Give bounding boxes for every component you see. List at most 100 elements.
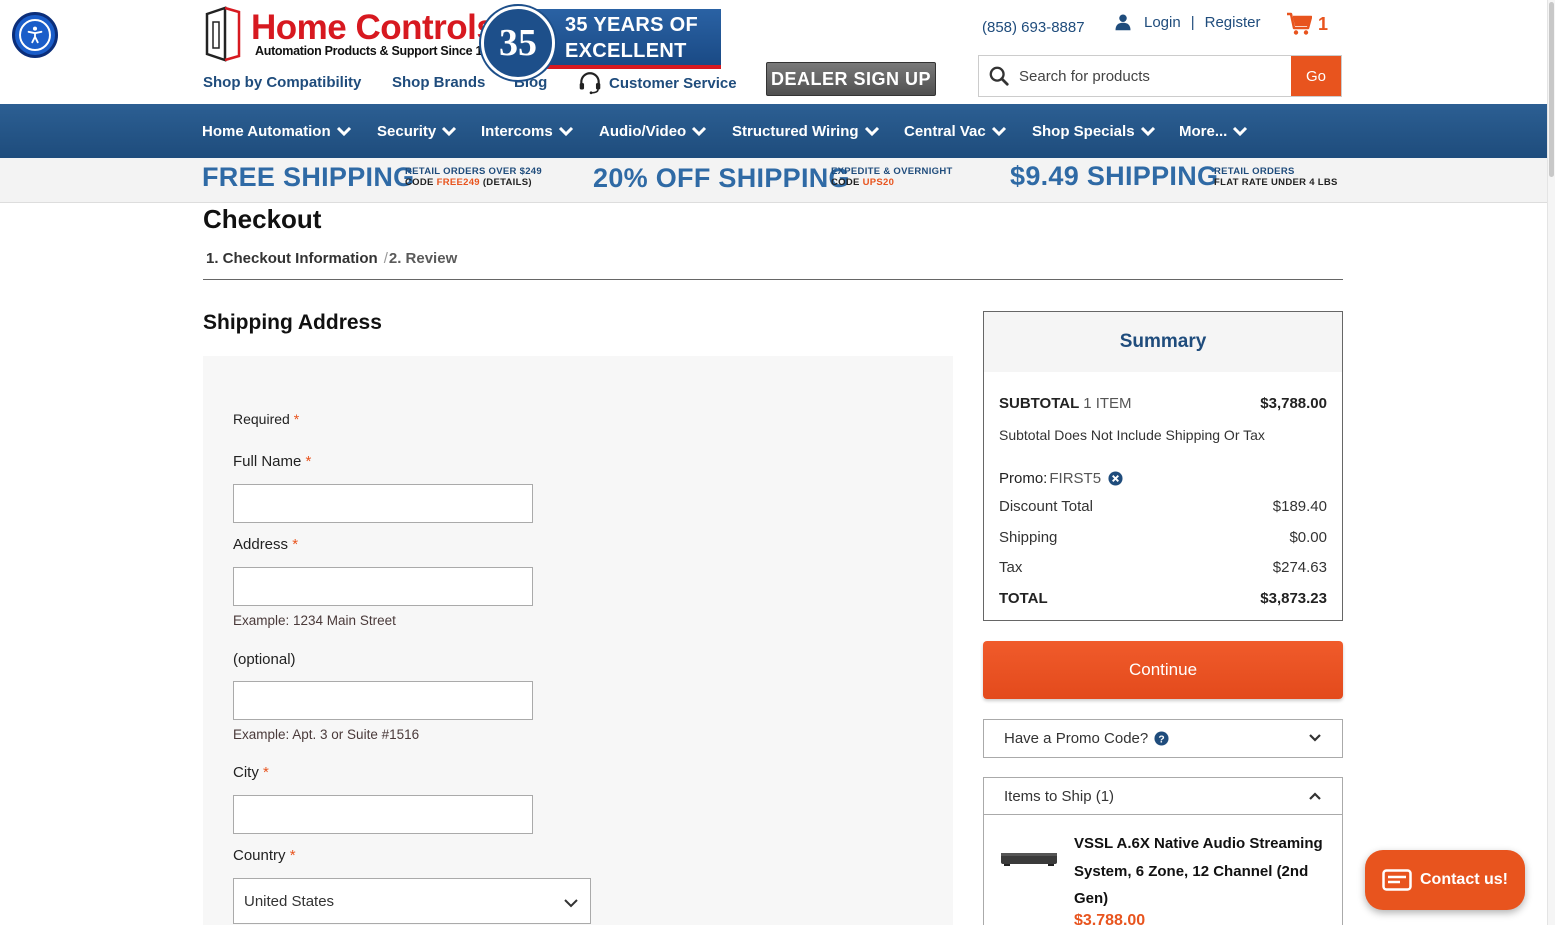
- address-field[interactable]: [233, 567, 533, 606]
- required-label: Required: [233, 411, 290, 427]
- step-separator: /: [383, 250, 388, 267]
- nav-label: Central Vac: [904, 122, 986, 140]
- phone-number[interactable]: (858) 693-8887: [982, 19, 1085, 36]
- nav-label: Intercoms: [481, 122, 553, 140]
- discount-row: Discount Total $189.40: [999, 498, 1327, 515]
- chevron-down-icon: [336, 126, 351, 137]
- product-thumbnail[interactable]: [1000, 850, 1058, 868]
- nav-central-vac[interactable]: Central Vac: [904, 104, 1007, 158]
- register-link[interactable]: Register: [1205, 14, 1261, 31]
- tax-label: Tax: [999, 559, 1023, 576]
- address-hint: Example: 1234 Main Street: [233, 613, 396, 628]
- nav-structured-wiring[interactable]: Structured Wiring: [732, 104, 880, 158]
- contact-us-label: Contact us!: [1420, 871, 1508, 888]
- items-to-ship-label: Items to Ship (1): [1004, 787, 1115, 805]
- step-checkout-information[interactable]: 1. Checkout Information: [206, 250, 378, 267]
- required-star: *: [289, 847, 296, 864]
- nav-home-automation[interactable]: Home Automation: [202, 104, 352, 158]
- envelope-icon: [1382, 869, 1412, 891]
- required-note: Required *: [233, 411, 299, 427]
- chevron-down-icon: [1233, 126, 1248, 137]
- total-label: TOTAL: [999, 590, 1048, 607]
- promo-flat-rate-shipping[interactable]: $9.49 SHIPPING: [1010, 161, 1218, 192]
- full-name-field[interactable]: [233, 484, 533, 523]
- checkout-steps: 1. Checkout Information / 2. Review: [206, 250, 457, 267]
- city-label: City *: [233, 764, 269, 781]
- promo-label: Promo:: [999, 470, 1048, 487]
- shop-brands-link[interactable]: Shop Brands: [392, 74, 485, 91]
- account-links: Login | Register: [1114, 13, 1260, 31]
- promo-code-accordion-label: Have a Promo Code?: [1004, 730, 1149, 747]
- promo-free-shipping-details[interactable]: RETAIL ORDERS OVER $249 CODE FREE249 (DE…: [405, 166, 542, 188]
- promo-free-shipping[interactable]: FREE SHIPPING: [202, 162, 414, 193]
- login-link[interactable]: Login: [1144, 14, 1181, 31]
- remove-promo-icon[interactable]: [1108, 471, 1123, 486]
- scrollbar-thumb[interactable]: [1549, 2, 1554, 177]
- user-icon: [1115, 14, 1131, 31]
- dealer-signup-button[interactable]: DEALER SIGN UP: [766, 62, 936, 96]
- promo-20-off-line1: EXPEDITE & OVERNIGHT: [831, 166, 953, 177]
- nav-intercoms[interactable]: Intercoms: [481, 104, 574, 158]
- country-select[interactable]: United States: [233, 878, 591, 924]
- address2-hint: Example: Apt. 3 or Suite #1516: [233, 727, 420, 742]
- main-nav: Home Automation Security Intercoms Audio…: [0, 104, 1547, 158]
- order-summary: Summary SUBTOTAL 1 ITEM $3,788.00 Subtot…: [983, 311, 1343, 621]
- chevron-down-icon: [442, 126, 457, 137]
- required-star: *: [305, 453, 312, 470]
- cart-count: 1: [1318, 13, 1329, 34]
- cart-button[interactable]: 1: [1286, 12, 1328, 36]
- applied-promo: Promo: FIRST5: [999, 470, 1123, 487]
- product-price: $3,788.00: [1074, 912, 1146, 925]
- logo-title: Home Controls: [251, 8, 496, 47]
- subtotal-label: SUBTOTAL: [999, 395, 1080, 412]
- country-label: Country *: [233, 847, 296, 864]
- accessibility-icon: [19, 19, 51, 51]
- subtotal-row: SUBTOTAL 1 ITEM $3,788.00: [999, 395, 1327, 412]
- required-star: *: [293, 411, 300, 427]
- address2-field[interactable]: [233, 681, 533, 720]
- city-label-text: City: [233, 764, 259, 781]
- chevron-down-icon: [1140, 126, 1155, 137]
- product-name[interactable]: VSSL A.6X Native Audio Streaming System,…: [1074, 830, 1334, 913]
- address-label-text: Address: [233, 536, 289, 553]
- summary-title: Summary: [984, 312, 1342, 372]
- contact-us-button[interactable]: Contact us!: [1365, 850, 1525, 910]
- step-review[interactable]: 2. Review: [389, 250, 457, 267]
- promo-20-off-details: EXPEDITE & OVERNIGHT CODE UPS20: [831, 166, 953, 188]
- help-icon[interactable]: ?: [1154, 731, 1169, 746]
- items-to-ship-header[interactable]: Items to Ship (1): [984, 778, 1342, 815]
- chevron-down-icon: [558, 126, 573, 137]
- customer-service-link[interactable]: Customer Service: [577, 70, 737, 96]
- shipping-form-panel: [203, 356, 953, 925]
- anniversary-badge: 35 YEARS OF EXCELLENT SERVICE 35: [481, 6, 723, 88]
- cart-icon: [1287, 12, 1312, 35]
- chevron-up-icon: [1309, 792, 1321, 800]
- full-name-label: Full Name *: [233, 453, 311, 470]
- promo-20-off-shipping[interactable]: 20% OFF SHIPPING: [593, 163, 850, 194]
- chevron-down-icon: [991, 126, 1006, 137]
- shipping-row: Shipping $0.00: [999, 529, 1327, 546]
- anniversary-seal: 35: [481, 6, 555, 80]
- nav-shop-specials[interactable]: Shop Specials: [1032, 104, 1156, 158]
- svg-text:?: ?: [1159, 734, 1165, 745]
- shop-compatibility-link[interactable]: Shop by Compatibility: [203, 74, 361, 91]
- country-label-text: Country: [233, 847, 286, 864]
- nav-more[interactable]: More...: [1179, 104, 1248, 158]
- page-scrollbar[interactable]: [1547, 0, 1555, 925]
- search-go-button[interactable]: Go: [1291, 56, 1341, 96]
- continue-button[interactable]: Continue: [983, 641, 1343, 699]
- country-select-value: United States: [244, 892, 335, 910]
- checkout-divider: [203, 279, 1343, 280]
- site-logo[interactable]: Home Controls Automation Products & Supp…: [203, 6, 723, 88]
- promo-code-prefix: CODE: [831, 177, 863, 188]
- search-input[interactable]: [1019, 56, 1291, 96]
- nav-audio-video[interactable]: Audio/Video: [599, 104, 707, 158]
- city-field[interactable]: [233, 795, 533, 834]
- required-star: *: [292, 536, 299, 553]
- subtotal-note: Subtotal Does Not Include Shipping Or Ta…: [999, 427, 1265, 443]
- search-icon: [979, 56, 1019, 96]
- promo-code-accordion[interactable]: Have a Promo Code? ?: [983, 719, 1343, 758]
- accessibility-button[interactable]: [12, 12, 58, 58]
- nav-security[interactable]: Security: [377, 104, 457, 158]
- chevron-down-icon: [564, 899, 578, 908]
